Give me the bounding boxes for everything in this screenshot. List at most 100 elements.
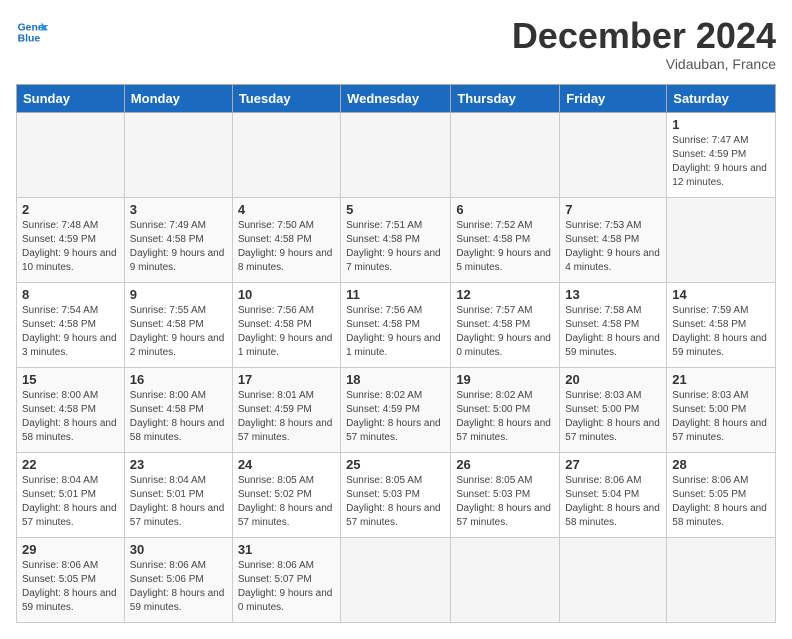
day-number: 11: [346, 287, 445, 302]
empty-cell: [451, 537, 560, 622]
day-number: 6: [456, 202, 554, 217]
day-cell: 11 Sunrise: 7:56 AMSunset: 4:58 PMDaylig…: [341, 282, 451, 367]
svg-text:Blue: Blue: [18, 34, 41, 45]
day-detail: Sunrise: 7:47 AMSunset: 4:59 PMDaylight:…: [672, 135, 767, 188]
empty-cell: [124, 112, 232, 197]
location: Vidauban, France: [512, 56, 776, 72]
page-header: General Blue December 2024 Vidauban, Fra…: [16, 16, 776, 72]
day-number: 30: [130, 542, 227, 557]
day-number: 22: [22, 457, 119, 472]
day-cell: 16 Sunrise: 8:00 AMSunset: 4:58 PMDaylig…: [124, 367, 232, 452]
day-detail: Sunrise: 7:52 AMSunset: 4:58 PMDaylight:…: [456, 220, 551, 273]
day-detail: Sunrise: 7:54 AMSunset: 4:58 PMDaylight:…: [22, 305, 117, 358]
day-number: 21: [672, 372, 770, 387]
day-cell: 23 Sunrise: 8:04 AMSunset: 5:01 PMDaylig…: [124, 452, 232, 537]
day-cell-11: 5 Sunrise: 7:51 AMSunset: 4:58 PMDayligh…: [341, 197, 451, 282]
day-detail: Sunrise: 8:03 AMSunset: 5:00 PMDaylight:…: [565, 390, 660, 443]
day-detail: Sunrise: 8:05 AMSunset: 5:03 PMDaylight:…: [346, 475, 441, 528]
week-row-1: 1 Sunrise: 7:47 AMSunset: 4:59 PMDayligh…: [17, 112, 776, 197]
day-number: 20: [565, 372, 661, 387]
col-wednesday: Wednesday: [341, 84, 451, 112]
day-detail: Sunrise: 8:03 AMSunset: 5:00 PMDaylight:…: [672, 390, 767, 443]
day-number: 23: [130, 457, 227, 472]
empty-cell: [560, 112, 667, 197]
day-cell-13: 7 Sunrise: 7:53 AMSunset: 4:58 PMDayligh…: [560, 197, 667, 282]
day-cell-10: 4 Sunrise: 7:50 AMSunset: 4:58 PMDayligh…: [232, 197, 340, 282]
day-detail: Sunrise: 8:05 AMSunset: 5:02 PMDaylight:…: [238, 475, 333, 528]
day-number: 4: [238, 202, 335, 217]
calendar-header-row: Sunday Monday Tuesday Wednesday Thursday…: [17, 84, 776, 112]
week-row-3: 8 Sunrise: 7:54 AMSunset: 4:58 PMDayligh…: [17, 282, 776, 367]
empty-cell: [341, 112, 451, 197]
day-detail: Sunrise: 8:06 AMSunset: 5:07 PMDaylight:…: [238, 560, 333, 613]
day-detail: Sunrise: 8:04 AMSunset: 5:01 PMDaylight:…: [130, 475, 225, 528]
logo-icon: General Blue: [16, 16, 48, 48]
day-detail: Sunrise: 8:06 AMSunset: 5:05 PMDaylight:…: [22, 560, 117, 613]
day-cell-7: 1 Sunrise: 7:47 AMSunset: 4:59 PMDayligh…: [667, 112, 776, 197]
day-number: 17: [238, 372, 335, 387]
day-cell: 21 Sunrise: 8:03 AMSunset: 5:00 PMDaylig…: [667, 367, 776, 452]
day-cell-8: 2 Sunrise: 7:48 AMSunset: 4:59 PMDayligh…: [17, 197, 125, 282]
day-number: 5: [346, 202, 445, 217]
day-detail: Sunrise: 7:56 AMSunset: 4:58 PMDaylight:…: [238, 305, 333, 358]
empty-cell: [232, 112, 340, 197]
day-number: 19: [456, 372, 554, 387]
day-number: 1: [672, 117, 770, 132]
week-row-4: 15 Sunrise: 8:00 AMSunset: 4:58 PMDaylig…: [17, 367, 776, 452]
day-cell: 30 Sunrise: 8:06 AMSunset: 5:06 PMDaylig…: [124, 537, 232, 622]
day-detail: Sunrise: 8:06 AMSunset: 5:06 PMDaylight:…: [130, 560, 225, 613]
day-cell: 31 Sunrise: 8:06 AMSunset: 5:07 PMDaylig…: [232, 537, 340, 622]
day-detail: Sunrise: 7:53 AMSunset: 4:58 PMDaylight:…: [565, 220, 660, 273]
day-cell: 22 Sunrise: 8:04 AMSunset: 5:01 PMDaylig…: [17, 452, 125, 537]
week-row-2: 2 Sunrise: 7:48 AMSunset: 4:59 PMDayligh…: [17, 197, 776, 282]
day-detail: Sunrise: 8:06 AMSunset: 5:05 PMDaylight:…: [672, 475, 767, 528]
col-monday: Monday: [124, 84, 232, 112]
day-detail: Sunrise: 7:59 AMSunset: 4:58 PMDaylight:…: [672, 305, 767, 358]
day-cell: 24 Sunrise: 8:05 AMSunset: 5:02 PMDaylig…: [232, 452, 340, 537]
day-cell: 15 Sunrise: 8:00 AMSunset: 4:58 PMDaylig…: [17, 367, 125, 452]
day-cell: 17 Sunrise: 8:01 AMSunset: 4:59 PMDaylig…: [232, 367, 340, 452]
empty-cell: [667, 197, 776, 282]
day-cell: 10 Sunrise: 7:56 AMSunset: 4:58 PMDaylig…: [232, 282, 340, 367]
day-number: 24: [238, 457, 335, 472]
day-detail: Sunrise: 8:05 AMSunset: 5:03 PMDaylight:…: [456, 475, 551, 528]
empty-cell: [341, 537, 451, 622]
empty-cell: [667, 537, 776, 622]
day-cell: 19 Sunrise: 8:02 AMSunset: 5:00 PMDaylig…: [451, 367, 560, 452]
day-number: 13: [565, 287, 661, 302]
month-title: December 2024: [512, 16, 776, 56]
day-cell: 26 Sunrise: 8:05 AMSunset: 5:03 PMDaylig…: [451, 452, 560, 537]
week-row-6: 29 Sunrise: 8:06 AMSunset: 5:05 PMDaylig…: [17, 537, 776, 622]
day-cell: 13 Sunrise: 7:58 AMSunset: 4:58 PMDaylig…: [560, 282, 667, 367]
empty-cell: [17, 112, 125, 197]
logo: General Blue: [16, 16, 48, 48]
empty-cell: [560, 537, 667, 622]
col-thursday: Thursday: [451, 84, 560, 112]
day-cell: 29 Sunrise: 8:06 AMSunset: 5:05 PMDaylig…: [17, 537, 125, 622]
day-number: 29: [22, 542, 119, 557]
day-detail: Sunrise: 8:02 AMSunset: 5:00 PMDaylight:…: [456, 390, 551, 443]
day-number: 18: [346, 372, 445, 387]
day-number: 8: [22, 287, 119, 302]
day-number: 3: [130, 202, 227, 217]
day-number: 15: [22, 372, 119, 387]
day-detail: Sunrise: 8:01 AMSunset: 4:59 PMDaylight:…: [238, 390, 333, 443]
calendar-table: Sunday Monday Tuesday Wednesday Thursday…: [16, 84, 776, 623]
day-number: 2: [22, 202, 119, 217]
day-detail: Sunrise: 8:06 AMSunset: 5:04 PMDaylight:…: [565, 475, 660, 528]
day-detail: Sunrise: 7:55 AMSunset: 4:58 PMDaylight:…: [130, 305, 225, 358]
day-number: 25: [346, 457, 445, 472]
day-number: 10: [238, 287, 335, 302]
day-number: 27: [565, 457, 661, 472]
day-detail: Sunrise: 8:00 AMSunset: 4:58 PMDaylight:…: [22, 390, 117, 443]
week-row-5: 22 Sunrise: 8:04 AMSunset: 5:01 PMDaylig…: [17, 452, 776, 537]
col-saturday: Saturday: [667, 84, 776, 112]
day-detail: Sunrise: 8:04 AMSunset: 5:01 PMDaylight:…: [22, 475, 117, 528]
day-detail: Sunrise: 7:51 AMSunset: 4:58 PMDaylight:…: [346, 220, 441, 273]
day-detail: Sunrise: 7:58 AMSunset: 4:58 PMDaylight:…: [565, 305, 660, 358]
day-cell: 18 Sunrise: 8:02 AMSunset: 4:59 PMDaylig…: [341, 367, 451, 452]
title-block: December 2024 Vidauban, France: [512, 16, 776, 72]
day-detail: Sunrise: 7:56 AMSunset: 4:58 PMDaylight:…: [346, 305, 441, 358]
day-detail: Sunrise: 8:02 AMSunset: 4:59 PMDaylight:…: [346, 390, 441, 443]
day-number: 28: [672, 457, 770, 472]
